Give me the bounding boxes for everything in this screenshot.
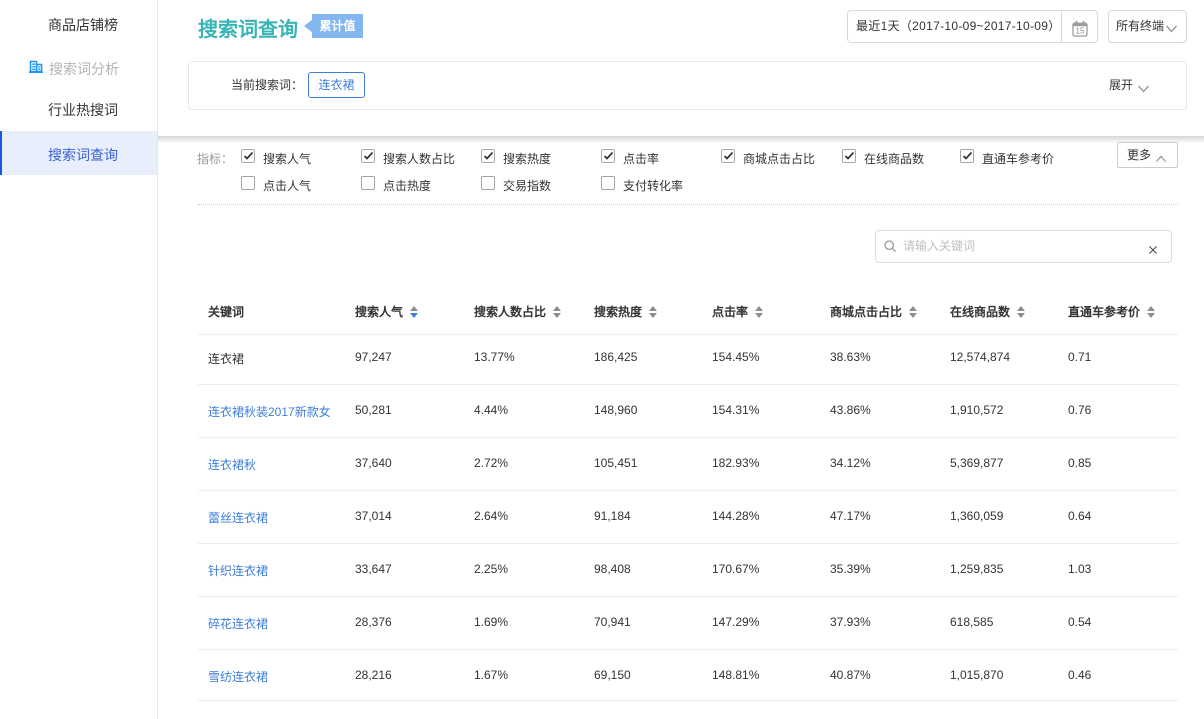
svg-text:15: 15 — [1076, 27, 1085, 36]
